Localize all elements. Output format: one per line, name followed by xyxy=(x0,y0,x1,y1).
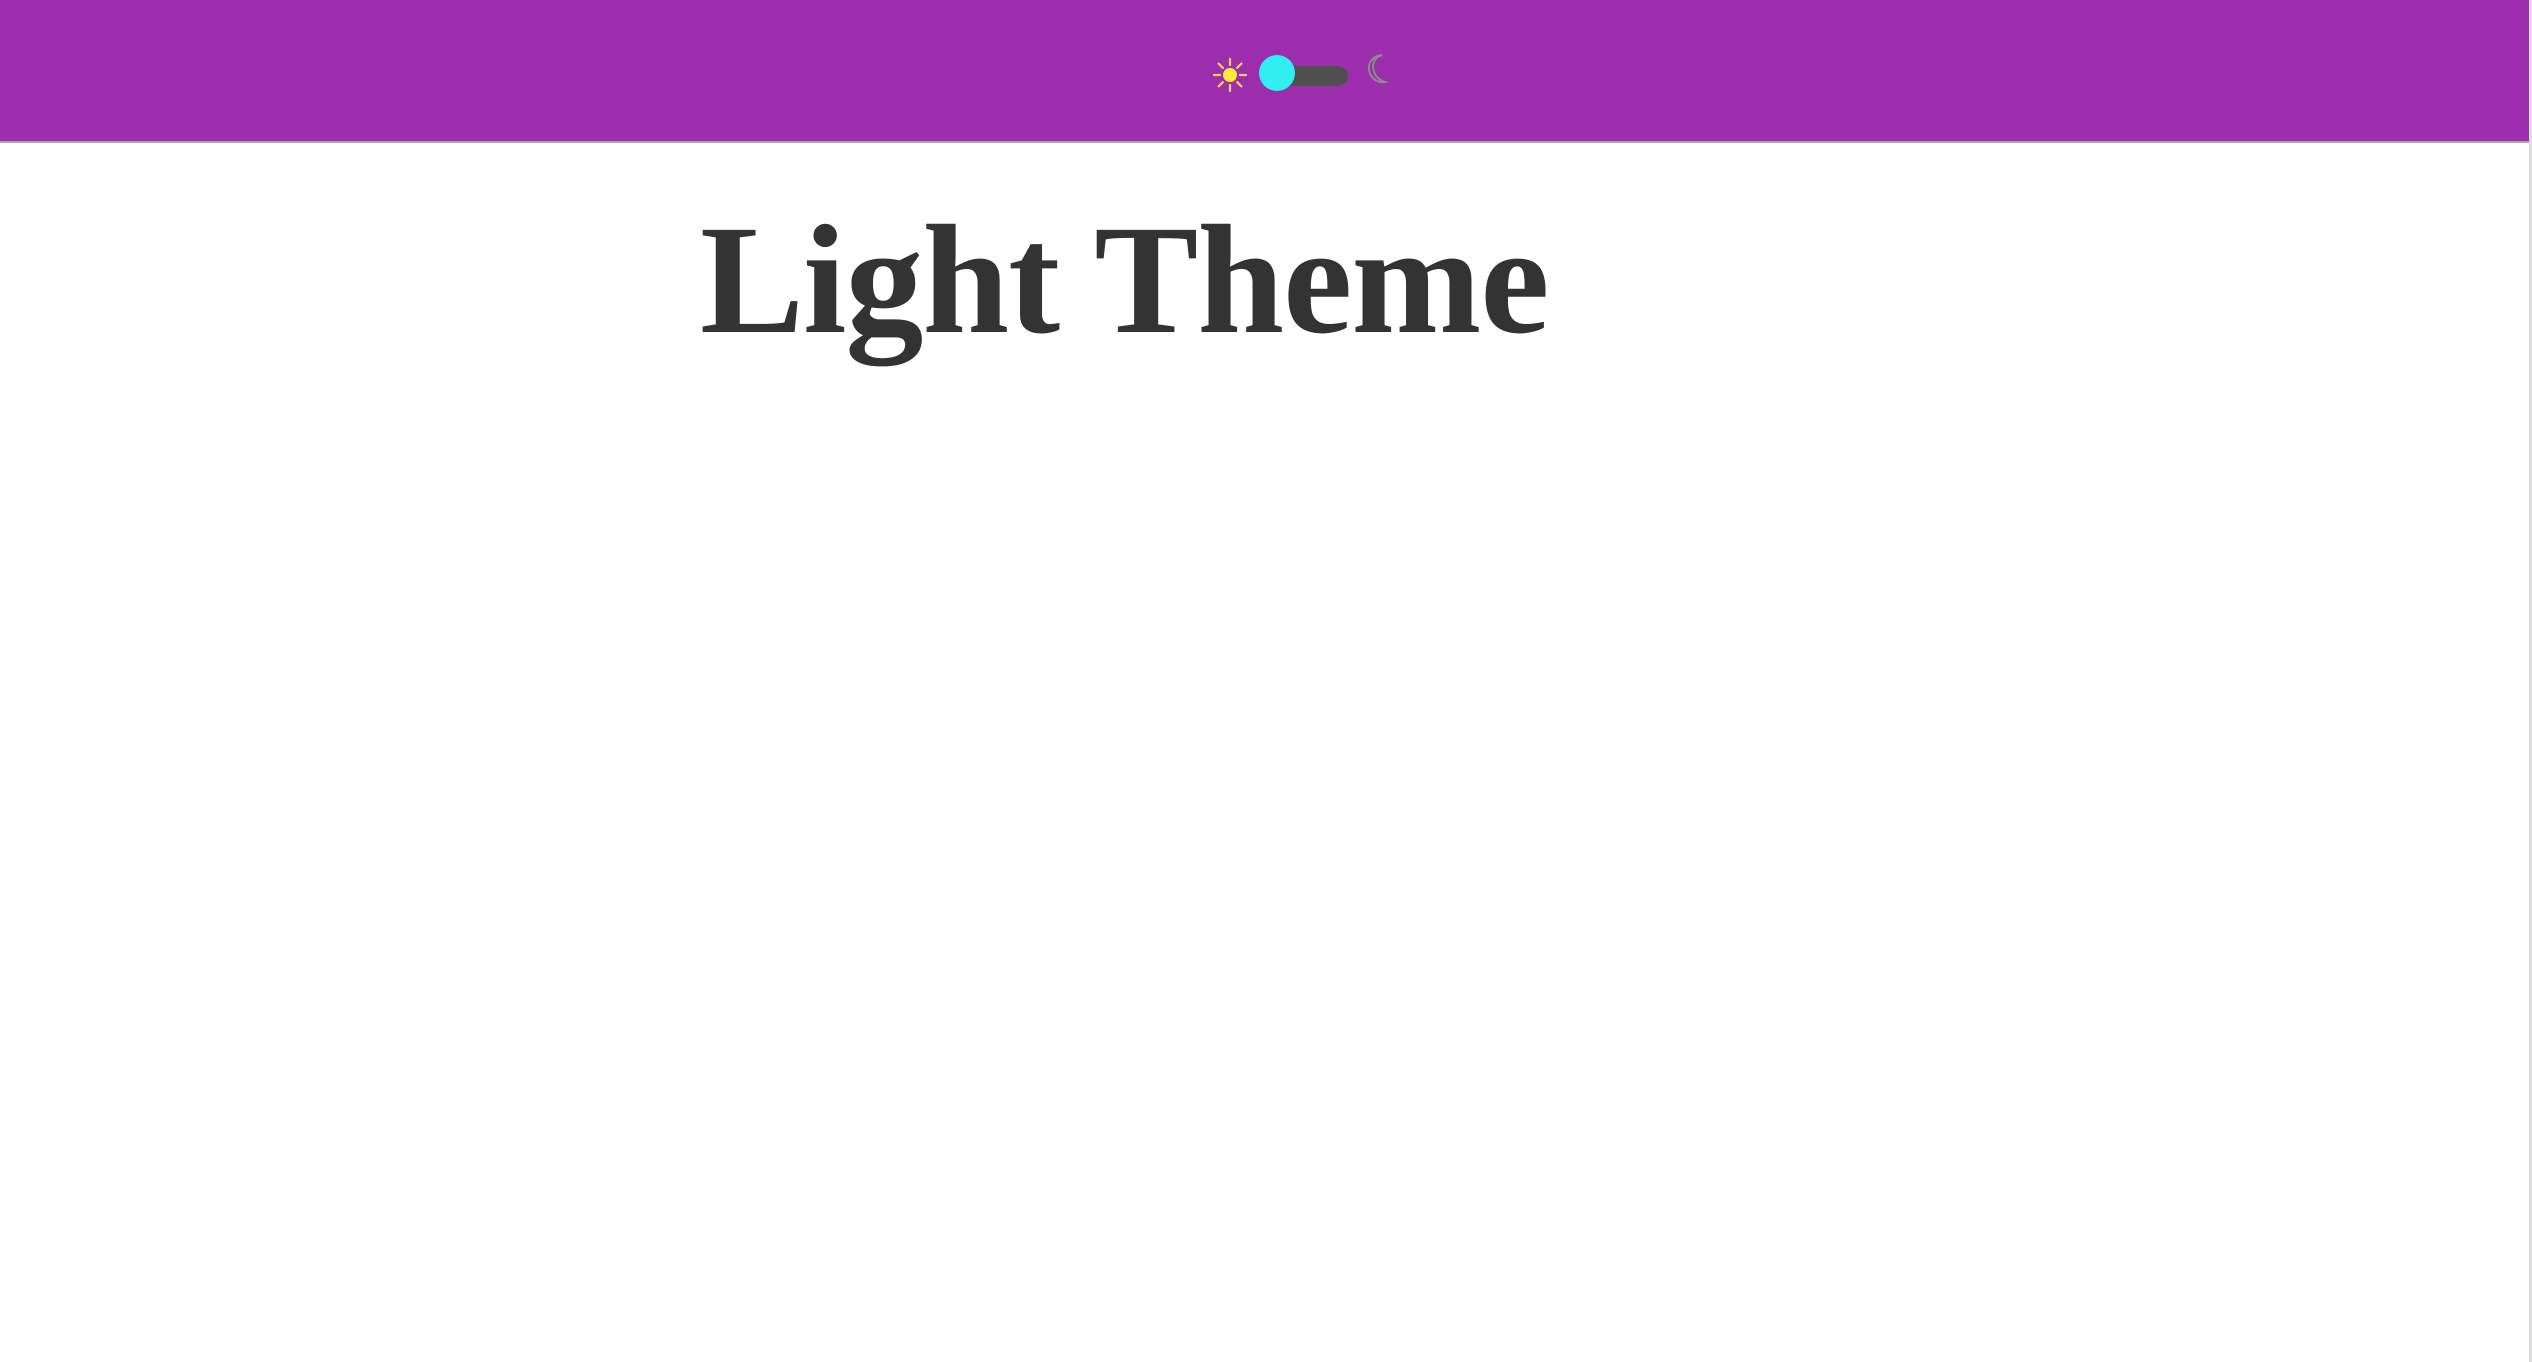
page-title: Light Theme xyxy=(700,193,1550,366)
top-bar xyxy=(0,0,2529,143)
theme-switch[interactable] xyxy=(1259,55,1363,95)
moon-icon xyxy=(1365,52,1393,86)
page-frame: Light Theme xyxy=(0,0,2532,1362)
theme-toggle xyxy=(1212,50,1392,100)
theme-switch-knob xyxy=(1259,55,1295,91)
sun-icon xyxy=(1212,57,1248,93)
